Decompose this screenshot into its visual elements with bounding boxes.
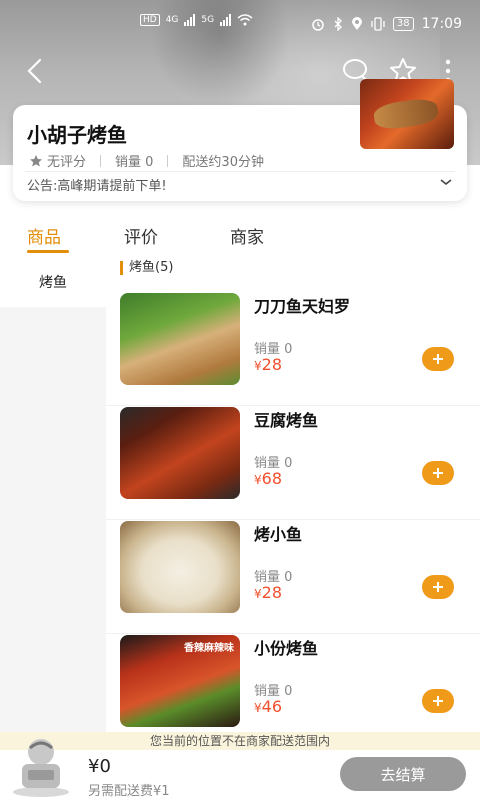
section-title: 烤鱼(5) [120,261,173,275]
add-to-cart-button[interactable] [422,461,454,485]
product-name: 烤小鱼 [254,525,303,544]
store-delivery-time: 配送约30分钟 [182,155,264,170]
cart-bar: ¥0 另需配送费¥1 去结算 [0,739,480,800]
store-name: 小胡子烤鱼 [27,123,127,147]
status-bar: HD 4G 5G 38 17:09 [0,0,480,50]
alarm-icon [312,19,324,31]
network-label: 4G [165,15,179,25]
store-meta: 无评分 销量 0 配送约30分钟 [29,151,264,170]
store-notice: 公告:高峰期请提前下单! [27,179,167,194]
cart-mascot-icon[interactable] [10,734,72,798]
checkout-button[interactable]: 去结算 [340,757,466,791]
product-name: 刀刀鱼天妇罗 [254,297,351,316]
tab-merchant[interactable]: 商家 [230,223,264,248]
product-image[interactable] [120,293,240,385]
add-to-cart-button[interactable] [422,575,454,599]
store-rating: 无评分 [47,155,87,170]
hd-badge: HD [140,14,160,26]
product-image-label: 香辣麻辣味 [184,643,234,654]
add-to-cart-button[interactable] [422,347,454,371]
product-price: ¥68 [254,469,282,488]
cart-total: ¥0 [88,756,111,777]
chevron-down-icon[interactable] [439,177,453,187]
product-price: ¥28 [254,583,282,602]
product-image[interactable] [120,407,240,499]
plus-icon [433,696,443,706]
plus-icon [433,582,443,592]
signal-icon [220,14,232,26]
delivery-fee: 另需配送费¥1 [88,784,170,799]
battery-icon: 38 [392,17,414,31]
add-to-cart-button[interactable] [422,689,454,713]
product-price: ¥28 [254,355,282,374]
plus-icon [433,354,443,364]
product-item[interactable]: 烤小鱼 销量 0 ¥28 [106,521,480,634]
tab-goods[interactable]: 商品 [27,223,61,248]
tab-reviews[interactable]: 评价 [124,223,158,248]
store-info-card: 小胡子烤鱼 无评分 销量 0 配送约30分钟 公告:高峰期请提前下单! [13,79,467,201]
product-price: ¥46 [254,697,282,716]
active-tab-indicator [27,250,69,253]
product-image[interactable] [120,521,240,613]
star-icon [30,154,42,166]
status-time: 17:09 [421,16,462,32]
bluetooth-icon [334,17,342,31]
plus-icon [433,468,443,478]
wifi-icon [237,14,253,26]
location-icon [351,17,362,30]
store-logo-image [360,79,454,149]
store-sales: 销量 0 [115,155,154,170]
product-name: 豆腐烤鱼 [254,411,319,430]
product-name: 小份烤鱼 [254,639,319,658]
category-sidebar: 烤鱼 [0,257,106,800]
delivery-range-notice: 您当前的位置不在商家配送范围内 [0,732,480,750]
category-item-grilled-fish[interactable]: 烤鱼 [0,257,106,307]
store-tabs: 商品 评价 商家 [0,213,480,257]
product-image[interactable]: 香辣麻辣味 [120,635,240,727]
product-item[interactable]: 刀刀鱼天妇罗 销量 0 ¥28 [106,293,480,406]
product-item[interactable]: 豆腐烤鱼 销量 0 ¥68 [106,407,480,520]
chevron-left-icon[interactable] [20,56,50,86]
network-label: 5G [201,15,215,25]
signal-icon [184,14,196,26]
vibrate-icon [371,17,385,31]
